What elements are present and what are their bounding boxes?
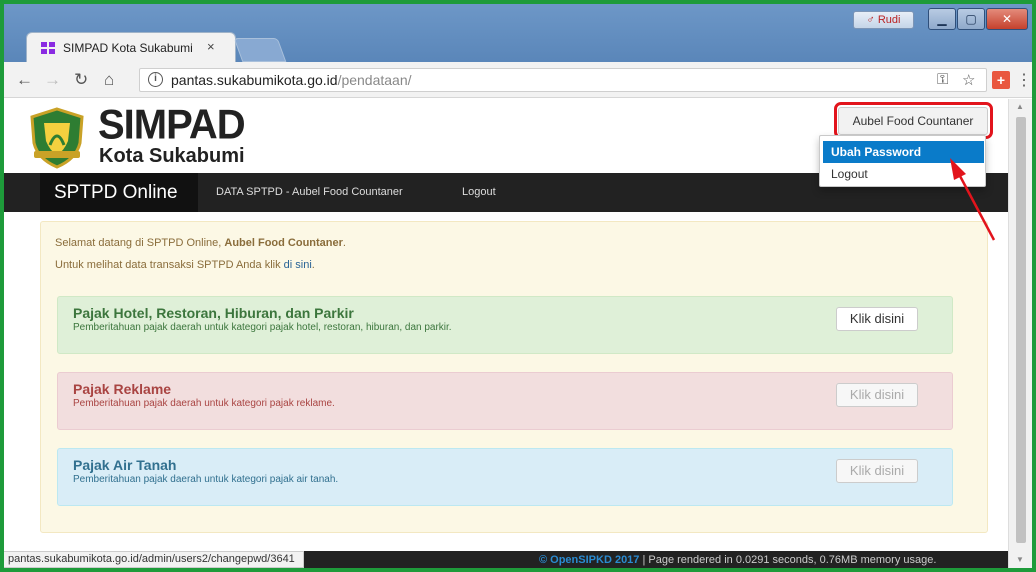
welcome-user-name: Aubel Food Countaner: [224, 237, 343, 249]
profile-name: Rudi: [877, 14, 901, 26]
panel-title: Pajak Air Tanah: [73, 457, 177, 473]
scroll-thumb[interactable]: [1016, 117, 1026, 543]
klik-disini-button-air-tanah[interactable]: Klik disini: [836, 459, 918, 483]
url-host: pantas.sukabumikota.go.id: [171, 72, 338, 88]
forward-arrow-icon[interactable]: →: [44, 70, 61, 90]
footer-text: © OpenSIPKD 2017 | Page rendered in 0.02…: [539, 554, 936, 566]
url-path: /pendataan/: [337, 72, 412, 88]
info-suffix: .: [311, 259, 315, 271]
scroll-down-icon[interactable]: ▼: [1016, 555, 1024, 564]
browser-toolbar: ← → ↻ ⌂ i pantas.sukabumikota.go.id/pend…: [4, 62, 1032, 98]
window-close-button[interactable]: ✕: [986, 8, 1028, 30]
klik-disini-button-hotel[interactable]: Klik disini: [836, 307, 918, 331]
welcome-prefix: Selamat datang di SPTPD Online,: [55, 237, 225, 249]
reload-icon[interactable]: ↻: [74, 70, 88, 90]
browser-window: SIMPAD Kota Sukabumi × ♂ Rudi ▁ ▢ ✕ ← → …: [4, 4, 1032, 568]
info-prefix: Untuk melihat data transaksi SPTPD Anda …: [55, 259, 284, 271]
menu-item-ubah-password[interactable]: Ubah Password: [823, 141, 984, 163]
profile-icon: ♂: [866, 14, 878, 26]
panel-pajak-hotel: Pajak Hotel, Restoran, Hiburan, dan Park…: [57, 296, 953, 354]
klik-disini-button-reklame[interactable]: Klik disini: [836, 383, 918, 407]
tab-title: SIMPAD Kota Sukabumi: [63, 41, 193, 55]
browser-menu-icon[interactable]: ⋮: [1016, 70, 1032, 90]
browser-tab[interactable]: SIMPAD Kota Sukabumi ×: [26, 32, 236, 62]
address-bar[interactable]: i pantas.sukabumikota.go.id/pendataan/ ⚿…: [139, 68, 987, 92]
tab-close-icon[interactable]: ×: [207, 39, 215, 54]
panel-title: Pajak Reklame: [73, 381, 172, 397]
site-info-icon[interactable]: i: [148, 72, 163, 87]
brand-subtitle: Kota Sukabumi: [99, 145, 245, 167]
window-minimize-button[interactable]: ▁: [928, 8, 956, 30]
panel-pajak-air-tanah: Pajak Air Tanah Pemberitahuan pajak daer…: [57, 448, 953, 506]
navbar-brand[interactable]: SPTPD Online: [40, 173, 198, 212]
welcome-text: Selamat datang di SPTPD Online, Aubel Fo…: [55, 237, 346, 249]
user-dropdown-menu: Ubah Password Logout: [819, 135, 986, 187]
back-arrow-icon[interactable]: ←: [16, 70, 33, 90]
home-icon[interactable]: ⌂: [104, 70, 114, 90]
city-emblem-icon: [30, 107, 84, 169]
window-maximize-button[interactable]: ▢: [957, 8, 985, 30]
footer-brand[interactable]: © OpenSIPKD 2017: [539, 554, 639, 566]
panel-description: Pemberitahuan pajak daerah untuk kategor…: [73, 322, 452, 333]
favicon-icon: [41, 42, 55, 54]
panel-description: Pemberitahuan pajak daerah untuk kategor…: [73, 398, 335, 409]
brand-title: SIMPAD: [98, 101, 246, 149]
extension-plus-icon[interactable]: +: [992, 71, 1010, 89]
transaksi-link[interactable]: di sini: [284, 259, 312, 271]
panel-title: Pajak Hotel, Restoran, Hiburan, dan Park…: [73, 305, 354, 321]
welcome-container: Selamat datang di SPTPD Online, Aubel Fo…: [40, 221, 988, 533]
panel-description: Pemberitahuan pajak daerah untuk kategor…: [73, 474, 339, 485]
nav-link-data-sptpd[interactable]: DATA SPTPD - Aubel Food Countaner: [216, 186, 403, 198]
menu-item-logout[interactable]: Logout: [823, 163, 984, 185]
status-bar-url: pantas.sukabumikota.go.id/admin/users2/c…: [4, 551, 304, 568]
info-text: Untuk melihat data transaksi SPTPD Anda …: [55, 259, 315, 271]
key-icon[interactable]: ⚿: [937, 71, 948, 88]
footer-render-info: | Page rendered in 0.0291 seconds, 0.76M…: [639, 554, 937, 566]
browser-profile-button[interactable]: ♂ Rudi: [853, 11, 914, 29]
welcome-suffix: .: [342, 237, 346, 249]
browser-titlebar: SIMPAD Kota Sukabumi × ♂ Rudi ▁ ▢ ✕: [4, 4, 1032, 62]
annotation-highlight-box: [834, 102, 993, 139]
scroll-up-icon[interactable]: ▲: [1016, 102, 1024, 111]
page-scrollbar[interactable]: ▲ ▼: [1008, 99, 1032, 568]
new-tab-button[interactable]: [233, 38, 287, 62]
bookmark-star-icon[interactable]: ☆: [962, 71, 975, 89]
nav-link-logout[interactable]: Logout: [462, 186, 496, 198]
panel-pajak-reklame: Pajak Reklame Pemberitahuan pajak daerah…: [57, 372, 953, 430]
web-page: SIMPAD Kota Sukabumi SPTPD Online DATA S…: [4, 99, 1008, 551]
url-text: pantas.sukabumikota.go.id/pendataan/: [171, 72, 412, 88]
